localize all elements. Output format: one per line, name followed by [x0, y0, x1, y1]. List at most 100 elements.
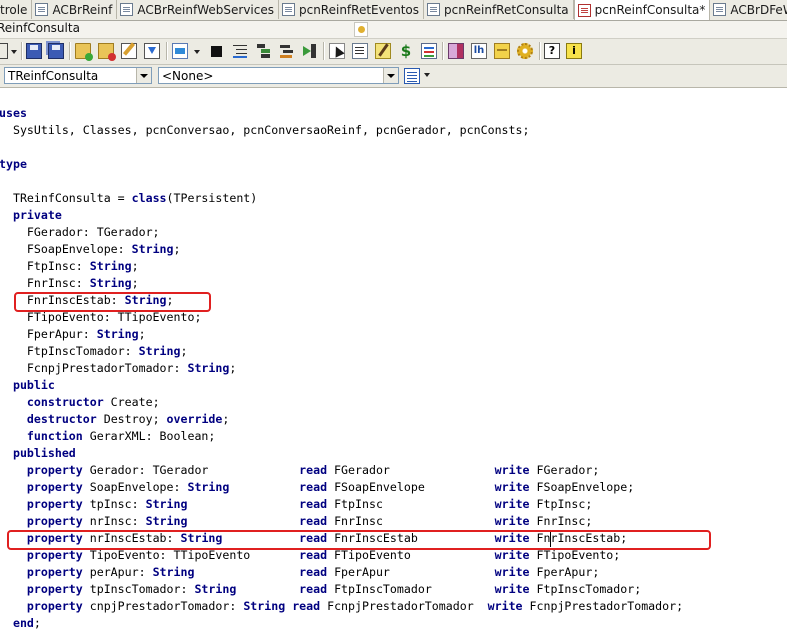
- code-text: TReinfConsulta =: [0, 191, 132, 205]
- unit-status-icon[interactable]: [354, 22, 368, 37]
- code-keyword: private: [12, 208, 62, 222]
- unit-title: ReinfConsulta: [0, 21, 80, 35]
- code-line[interactable]: private: [0, 207, 62, 224]
- unit-file-icon: [427, 3, 441, 16]
- code-line[interactable]: property SoapEnvelope: String read FSoap…: [0, 479, 634, 496]
- code-line[interactable]: type: [0, 156, 27, 173]
- code-line[interactable]: function GerarXML: Boolean;: [0, 428, 215, 445]
- gear-icon[interactable]: [517, 43, 533, 59]
- info-icon[interactable]: i: [566, 43, 582, 59]
- tree-collapse-icon[interactable]: [279, 43, 295, 59]
- class-selector-value: TReinfConsulta: [8, 69, 99, 83]
- code-keyword: property: [26, 548, 83, 562]
- code-line[interactable]: FtpInsc: String;: [0, 258, 139, 275]
- member-selector-value: <None>: [162, 69, 214, 83]
- edit-icon[interactable]: [121, 43, 137, 59]
- code-line[interactable]: FGerador: TGerador;: [0, 224, 160, 241]
- new-item-icon[interactable]: [0, 43, 8, 59]
- page-icon[interactable]: [352, 43, 368, 59]
- code-line[interactable]: FtpInscTomador: String;: [0, 343, 188, 360]
- header-icon[interactable]: lh: [471, 43, 487, 59]
- class-selector[interactable]: TReinfConsulta: [4, 67, 152, 84]
- tab-acbrreinfwebservices[interactable]: ACBrReinfWebServices: [117, 0, 279, 19]
- tab-acbrdfewebservices[interactable]: ACBrDFeWebServices: [710, 0, 787, 19]
- code-line[interactable]: property tpInscTomador: String read FtpI…: [0, 581, 641, 598]
- list-view-dropdown-icon[interactable]: [424, 73, 430, 77]
- code-text: FTipoEvento: TTipoEvento;: [0, 310, 202, 324]
- code-line[interactable]: FnrInscEstab: String;: [0, 292, 174, 309]
- code-keyword: String: [194, 582, 237, 596]
- tab-pcnreinfconsulta[interactable]: pcnReinfConsulta*: [573, 0, 711, 20]
- tab-acbrreinf[interactable]: ACBrReinf: [32, 0, 118, 19]
- code-text: Destroy;: [96, 412, 167, 426]
- code-line[interactable]: constructor Create;: [0, 394, 160, 411]
- download-icon[interactable]: [144, 43, 160, 59]
- code-line[interactable]: property Gerador: TGerador read FGerador…: [0, 462, 599, 479]
- code-line[interactable]: public: [0, 377, 55, 394]
- code-text: FGerador: [327, 463, 495, 477]
- code-line[interactable]: TReinfConsulta = class(TPersistent): [0, 190, 257, 207]
- tab-pcnreinfreteventos[interactable]: pcnReinfRetEventos: [279, 0, 425, 19]
- grid-icon[interactable]: [421, 43, 437, 59]
- code-line[interactable]: FnrInsc: String;: [0, 275, 139, 292]
- save-all-icon[interactable]: [48, 43, 64, 59]
- member-selector[interactable]: <None>: [158, 67, 399, 84]
- toolbar-separator: [442, 42, 443, 60]
- view-lines-icon[interactable]: [233, 43, 249, 59]
- code-line[interactable]: property nrInscEstab: String read FnrIns…: [0, 530, 627, 547]
- help-icon[interactable]: ?: [544, 43, 560, 59]
- code-line[interactable]: uses: [0, 105, 27, 122]
- code-editor[interactable]: end; property cnpjPrestadorTomador: Stri…: [0, 88, 787, 634]
- code-line[interactable]: property TipoEvento: TTipoEvento read FT…: [0, 547, 620, 564]
- chevron-down-icon[interactable]: [383, 68, 398, 83]
- package-icon[interactable]: [494, 43, 510, 59]
- code-text: FnrInsc:: [0, 276, 90, 290]
- chevron-down-icon[interactable]: [136, 68, 151, 83]
- code-keyword: String: [243, 599, 286, 613]
- add-to-project-icon[interactable]: [75, 43, 93, 61]
- code-line[interactable]: SysUtils, Classes, pcnConversao, pcnConv…: [0, 122, 530, 139]
- code-line[interactable]: property perApur: String read FperApur w…: [0, 564, 599, 581]
- note-icon[interactable]: [375, 43, 391, 59]
- code-line[interactable]: FSoapEnvelope: String;: [0, 241, 181, 258]
- run-dropdown-icon[interactable]: [194, 43, 201, 59]
- code-text: FtpInsc;: [529, 497, 593, 511]
- tab-trole[interactable]: trole: [0, 0, 33, 19]
- code-text: FTipoEvento: [327, 548, 495, 562]
- new-item-dropdown-icon[interactable]: [11, 43, 18, 59]
- code-keyword: String: [187, 480, 230, 494]
- dollar-icon[interactable]: $: [398, 43, 414, 59]
- run-icon[interactable]: [172, 43, 188, 59]
- step-into-icon[interactable]: [302, 43, 318, 59]
- code-line[interactable]: FTipoEvento: TTipoEvento;: [0, 309, 202, 326]
- code-line[interactable]: property cnpjPrestadorTomador: String re…: [0, 598, 683, 615]
- code-line[interactable]: destructor Destroy; override;: [0, 411, 229, 428]
- code-line[interactable]: property nrInsc: String read FnrInsc wri…: [0, 513, 592, 530]
- code-line[interactable]: property tpInsc: String read FtpInsc wri…: [0, 496, 592, 513]
- code-line[interactable]: FperApur: String;: [0, 326, 146, 343]
- stop-icon[interactable]: [211, 46, 222, 57]
- code-text: FGerador;: [529, 463, 600, 477]
- list-view-icon[interactable]: [404, 68, 420, 84]
- code-text: FtpInsc: [327, 497, 495, 511]
- tab-pcnreinfretconsulta[interactable]: pcnReinfRetConsulta: [424, 0, 574, 19]
- cursor-icon[interactable]: [329, 43, 345, 59]
- code-line[interactable]: FcnpjPrestadorTomador: String;: [0, 360, 236, 377]
- code-line[interactable]: published: [0, 445, 76, 462]
- tree-icon[interactable]: [256, 43, 272, 59]
- code-line[interactable]: end;: [0, 615, 41, 632]
- code-text: ;: [173, 242, 181, 256]
- save-icon[interactable]: [26, 43, 42, 59]
- colors-icon[interactable]: [448, 43, 464, 59]
- remove-from-project-icon[interactable]: [98, 43, 116, 61]
- code-keyword: String: [145, 514, 188, 528]
- code-keyword: write: [487, 599, 523, 613]
- code-keyword: property: [26, 497, 83, 511]
- code-text: FTipoEvento;: [529, 548, 621, 562]
- code-keyword: String: [138, 344, 181, 358]
- tab-label: ACBrDFeWebServices: [730, 2, 787, 17]
- code-keyword: property: [26, 463, 83, 477]
- code-keyword: property: [26, 565, 83, 579]
- code-text: tpInscTomador:: [82, 582, 195, 596]
